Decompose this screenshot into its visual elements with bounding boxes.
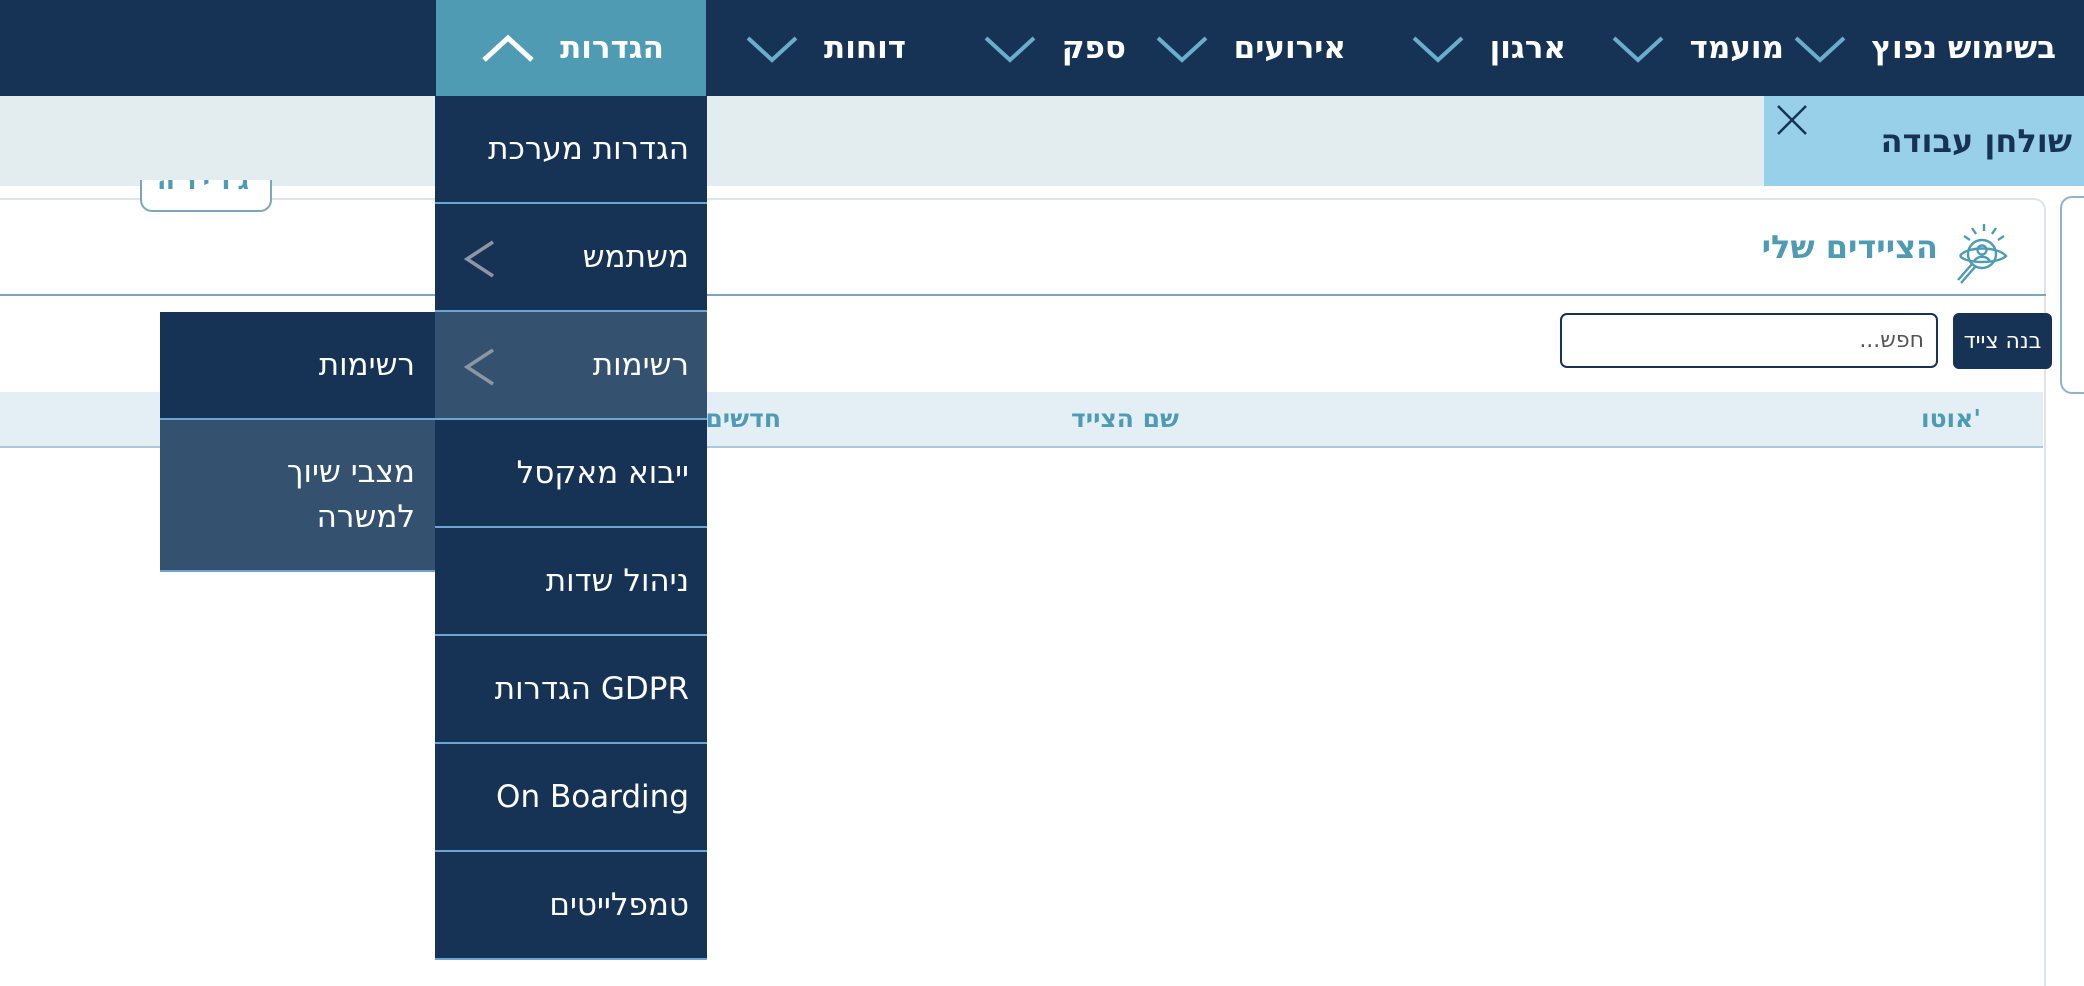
- workspace-tab[interactable]: שולחן עבודה: [1764, 96, 2084, 186]
- menu-item-user[interactable]: משתמש: [435, 204, 707, 312]
- build-hunter-button[interactable]: בנה צייד: [1953, 313, 2052, 369]
- menu-item-onboarding[interactable]: On Boarding: [435, 744, 707, 852]
- menu-item-excel-import[interactable]: ייבוא מאקסל: [435, 420, 707, 528]
- menu-item-label: משתמש: [582, 239, 689, 275]
- menu-item-label: ניהול שדות: [545, 563, 689, 599]
- nav-item-reports[interactable]: דוחות: [742, 0, 906, 96]
- submenu-item-label: רשימות: [318, 346, 415, 383]
- close-icon[interactable]: [1772, 100, 1812, 140]
- chevron-down-icon: [1608, 28, 1668, 68]
- chevron-down-icon: [742, 28, 802, 68]
- widget-title: הציידים שלי: [1761, 228, 1938, 266]
- nav-item-settings[interactable]: הגדרות: [436, 0, 706, 96]
- define-button[interactable]: גדירה: [140, 180, 272, 212]
- submenu-item-label: מצבי שיוך למשרה: [286, 454, 415, 535]
- nav-item-events[interactable]: אירועים: [1152, 0, 1346, 96]
- menu-item-label: טמפלייטים: [549, 887, 689, 923]
- chevron-up-icon: [478, 28, 538, 68]
- menu-item-label: ייבוא מאקסל: [516, 455, 689, 491]
- menu-item-field-management[interactable]: ניהול שדות: [435, 528, 707, 636]
- column-header-hunter-name[interactable]: שם הצייד: [1071, 404, 1179, 433]
- nav-label: הגדרות: [560, 30, 664, 66]
- menu-item-label: רשימות: [592, 347, 689, 383]
- hunter-search-icon: [1948, 222, 2012, 288]
- workspace-title: שולחן עבודה: [1880, 122, 2072, 160]
- chevron-down-icon: [1408, 28, 1468, 68]
- nav-label: ארגון: [1489, 30, 1566, 66]
- widget-header: הציידים שלי: [0, 214, 2046, 296]
- define-button-label: גדירה: [156, 180, 256, 196]
- lists-submenu: רשימות מצבי שיוך למשרה: [160, 312, 435, 572]
- settings-dropdown-menu: הגדרות מערכת משתמש רשימות ייבוא מאקסל ני…: [435, 96, 707, 960]
- nav-label: בשימוש נפוץ: [1871, 30, 2057, 66]
- workspace-bar: שולחן עבודה: [0, 96, 2084, 186]
- chevron-down-icon: [980, 28, 1040, 68]
- menu-item-templates[interactable]: טמפלייטים: [435, 852, 707, 960]
- menu-item-label: On Boarding: [496, 779, 689, 815]
- submenu-item-job-assignment-statuses[interactable]: מצבי שיוך למשרה: [160, 420, 435, 572]
- column-header-auto[interactable]: אוטו': [1921, 404, 1981, 433]
- nav-label: דוחות: [824, 30, 906, 66]
- menu-item-gdpr-settings[interactable]: הגדרות GDPR: [435, 636, 707, 744]
- menu-item-system-settings[interactable]: הגדרות מערכת: [435, 96, 707, 204]
- chevron-down-icon: [1152, 28, 1212, 68]
- nav-label: אירועים: [1233, 30, 1346, 66]
- nav-item-supplier[interactable]: ספק: [980, 0, 1126, 96]
- nav-item-common[interactable]: בשימוש נפוץ: [1790, 0, 2057, 96]
- menu-item-lists[interactable]: רשימות: [435, 312, 707, 420]
- menu-item-label: הגדרות מערכת: [488, 131, 689, 167]
- menu-item-label: הגדרות GDPR: [494, 671, 689, 707]
- nav-item-candidate[interactable]: מועמד: [1608, 0, 1784, 96]
- top-navigation: בשימוש נפוץ מועמד ארגון אירועים ספק דוחו…: [0, 0, 2084, 96]
- nav-label: ספק: [1061, 30, 1126, 66]
- search-input[interactable]: [1560, 313, 1938, 368]
- chevron-down-icon: [1790, 28, 1850, 68]
- nav-label: מועמד: [1689, 30, 1784, 66]
- column-header-new[interactable]: חדשים: [705, 404, 781, 433]
- nav-item-organization[interactable]: ארגון: [1408, 0, 1566, 96]
- chevron-left-icon: [461, 346, 497, 388]
- submenu-item-lists[interactable]: רשימות: [160, 312, 435, 420]
- side-panel-tab[interactable]: [2060, 196, 2084, 394]
- chevron-left-icon: [461, 238, 497, 280]
